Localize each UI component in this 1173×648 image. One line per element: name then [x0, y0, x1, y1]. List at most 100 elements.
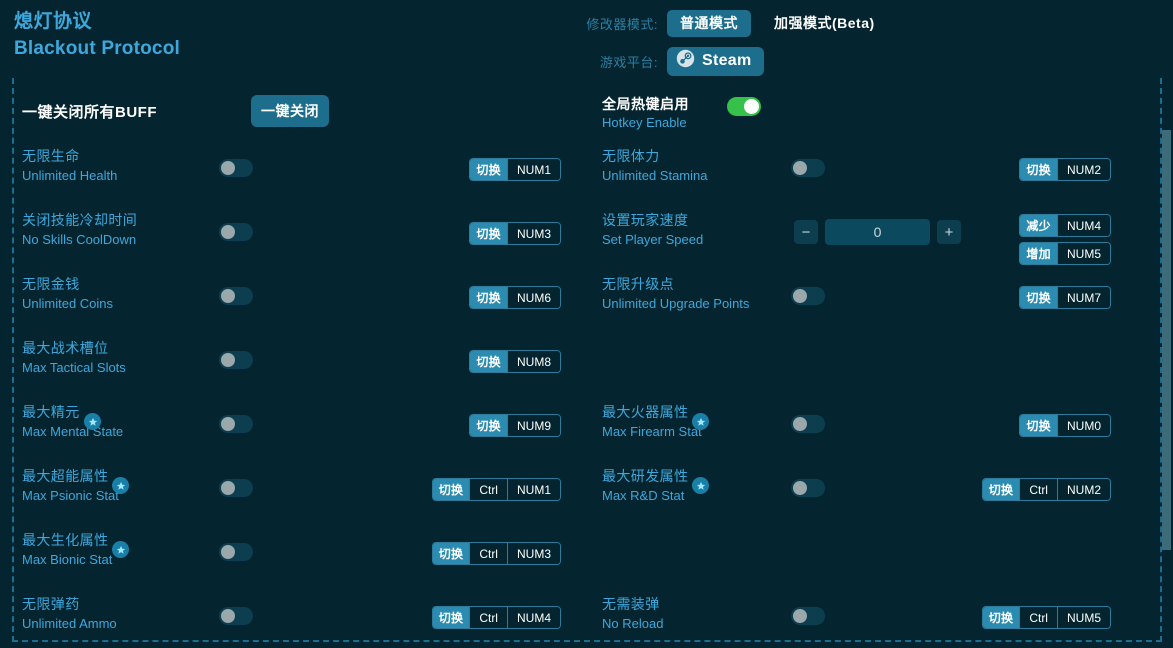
cheat-name-block: 无限体力Unlimited Stamina — [602, 146, 708, 186]
cheat-name-cn: 无需装弹 — [602, 594, 663, 614]
cheat-name-cn: 无限金钱 — [22, 274, 113, 294]
hotkey-group: 切换NUM3 — [469, 222, 561, 245]
platform-selector-row: 游戏平台: Steam — [583, 46, 888, 76]
hotkey-binding[interactable]: 切换CtrlNUM1 — [432, 478, 561, 501]
game-title-cn: 熄灯协议 — [14, 10, 180, 34]
hotkey-binding[interactable]: 切换NUM3 — [469, 222, 561, 245]
hotkey-group: 切换NUM7 — [1019, 286, 1111, 309]
premium-star-icon — [692, 413, 709, 430]
cheat-row: 最大精元Max Mental State 切换NUM9 — [22, 402, 561, 466]
hotkey-binding[interactable]: 切换NUM1 — [469, 158, 561, 181]
platform-steam-button[interactable]: Steam — [667, 47, 764, 76]
title-block: 熄灯协议 Blackout Protocol — [14, 10, 180, 62]
hotkey-group: 减少NUM4 增加NUM5 — [1019, 214, 1111, 265]
hotkey-key-label: NUM3 — [507, 543, 560, 564]
scrollbar-thumb[interactable] — [1162, 130, 1171, 550]
hotkey-binding[interactable]: 切换CtrlNUM3 — [432, 542, 561, 565]
hotkey-key-label: Ctrl — [1019, 479, 1057, 500]
cheat-name-block: 最大精元Max Mental State — [22, 402, 123, 442]
cheat-name-en: Unlimited Upgrade Points — [602, 294, 749, 314]
cheat-toggle[interactable] — [219, 543, 253, 561]
cheat-name-en: No Reload — [602, 614, 663, 634]
hotkey-binding[interactable]: 切换CtrlNUM2 — [982, 478, 1111, 501]
hotkey-key-label: NUM3 — [507, 223, 560, 244]
cheat-name-cn: 无限生命 — [22, 146, 117, 166]
trainer-window: 熄灯协议 Blackout Protocol 修改器模式: 普通模式 加强模式(… — [0, 0, 1173, 648]
mode-normal-button[interactable]: 普通模式 — [667, 10, 751, 37]
cheat-name-block: 最大火器属性Max Firearm Stat — [602, 402, 702, 442]
stepper-decrease-button[interactable]: − — [794, 220, 818, 244]
cheat-toggle[interactable] — [219, 607, 253, 625]
hotkey-binding[interactable]: 切换NUM7 — [1019, 286, 1111, 309]
cheat-name-block: 无限弹药Unlimited Ammo — [22, 594, 117, 634]
cheat-name-block: 最大生化属性Max Bionic Stat — [22, 530, 112, 570]
cheat-name-en: Max R&D Stat — [602, 486, 688, 506]
hotkey-binding[interactable]: 减少NUM4 — [1019, 214, 1111, 237]
hotkey-binding[interactable]: 切换NUM0 — [1019, 414, 1111, 437]
cheat-toggle[interactable] — [791, 159, 825, 177]
hotkey-action-label: 切换 — [470, 159, 507, 180]
hotkey-binding[interactable]: 增加NUM5 — [1019, 242, 1111, 265]
cheat-name-block: 设置玩家速度Set Player Speed — [602, 210, 703, 250]
cheat-name-en: Max Tactical Slots — [22, 358, 126, 378]
cheat-toggle[interactable] — [219, 287, 253, 305]
hotkey-key-label: NUM1 — [507, 159, 560, 180]
hotkey-binding[interactable]: 切换CtrlNUM4 — [432, 606, 561, 629]
cheat-toggle[interactable] — [791, 607, 825, 625]
cheat-toggle[interactable] — [791, 287, 825, 305]
cheat-toggle[interactable] — [219, 415, 253, 433]
hotkey-action-label: 切换 — [470, 223, 507, 244]
cheat-toggle[interactable] — [219, 159, 253, 177]
hotkey-group: 切换NUM9 — [469, 414, 561, 437]
vertical-scrollbar[interactable] — [1162, 60, 1171, 648]
all-off-button[interactable]: 一键关闭 — [251, 95, 329, 127]
cheat-toggle[interactable] — [791, 415, 825, 433]
cheat-name-block: 无限生命Unlimited Health — [22, 146, 117, 186]
hotkey-enable-toggle[interactable] — [727, 97, 761, 116]
hotkey-binding[interactable]: 切换NUM2 — [1019, 158, 1111, 181]
hotkey-action-label: 切换 — [1020, 287, 1057, 308]
cheat-name-cn: 最大超能属性 — [22, 466, 119, 486]
hotkey-action-label: 切换 — [470, 287, 507, 308]
steam-label: Steam — [702, 52, 752, 70]
hotkey-group: 切换CtrlNUM5 — [982, 606, 1111, 629]
hotkey-group: 切换NUM1 — [469, 158, 561, 181]
hotkey-binding[interactable]: 切换NUM9 — [469, 414, 561, 437]
stepper-increase-button[interactable]: + — [937, 220, 961, 244]
cheat-row: 无限体力Unlimited Stamina 切换NUM2 — [602, 146, 1111, 210]
hotkey-key-label: NUM7 — [1057, 287, 1110, 308]
hotkey-action-label: 切换 — [433, 479, 470, 500]
cheat-row: 无限生命Unlimited Health 切换NUM1 — [22, 146, 561, 210]
hotkey-key-label: NUM2 — [1057, 159, 1110, 180]
cheat-toggle[interactable] — [219, 351, 253, 369]
hotkey-key-label: Ctrl — [469, 607, 507, 628]
hotkey-enable-label-en: Hotkey Enable — [602, 115, 687, 130]
hotkey-binding[interactable]: 切换CtrlNUM5 — [982, 606, 1111, 629]
hotkey-group: 切换CtrlNUM3 — [432, 542, 561, 565]
cheat-row: 最大研发属性Max R&D Stat切换CtrlNUM2 — [602, 466, 1111, 530]
hotkey-action-label: 切换 — [983, 479, 1020, 500]
hotkey-key-label: NUM6 — [507, 287, 560, 308]
hotkey-key-label: NUM1 — [507, 479, 560, 500]
cheat-name-block: 无需装弹No Reload — [602, 594, 663, 634]
hotkey-binding[interactable]: 切换NUM8 — [469, 350, 561, 373]
hotkey-key-label: NUM8 — [507, 351, 560, 372]
hotkey-binding[interactable]: 切换NUM6 — [469, 286, 561, 309]
header-controls: 修改器模式: 普通模式 加强模式(Beta) 游戏平台: — [583, 8, 888, 84]
stepper-value-input[interactable]: 0 — [825, 219, 930, 245]
hotkey-action-label: 切换 — [433, 607, 470, 628]
hotkey-action-label: 切换 — [470, 415, 507, 436]
cheat-name-cn: 无限体力 — [602, 146, 708, 166]
hotkey-enable-row: 全局热键启用 Hotkey Enable — [602, 86, 802, 134]
hotkey-key-label: Ctrl — [469, 479, 507, 500]
platform-label: 游戏平台: — [583, 52, 667, 71]
cheat-name-en: Unlimited Health — [22, 166, 117, 186]
cheat-toggle[interactable] — [219, 223, 253, 241]
mode-enhanced-button[interactable]: 加强模式(Beta) — [761, 10, 888, 37]
cheat-name-en: Max Psionic Stat — [22, 486, 119, 506]
hotkey-key-label: NUM5 — [1057, 243, 1110, 264]
cheat-toggle[interactable] — [791, 479, 825, 497]
app-header: 熄灯协议 Blackout Protocol 修改器模式: 普通模式 加强模式(… — [0, 0, 1173, 76]
cheat-toggle[interactable] — [219, 479, 253, 497]
hotkey-action-label: 切换 — [1020, 159, 1057, 180]
